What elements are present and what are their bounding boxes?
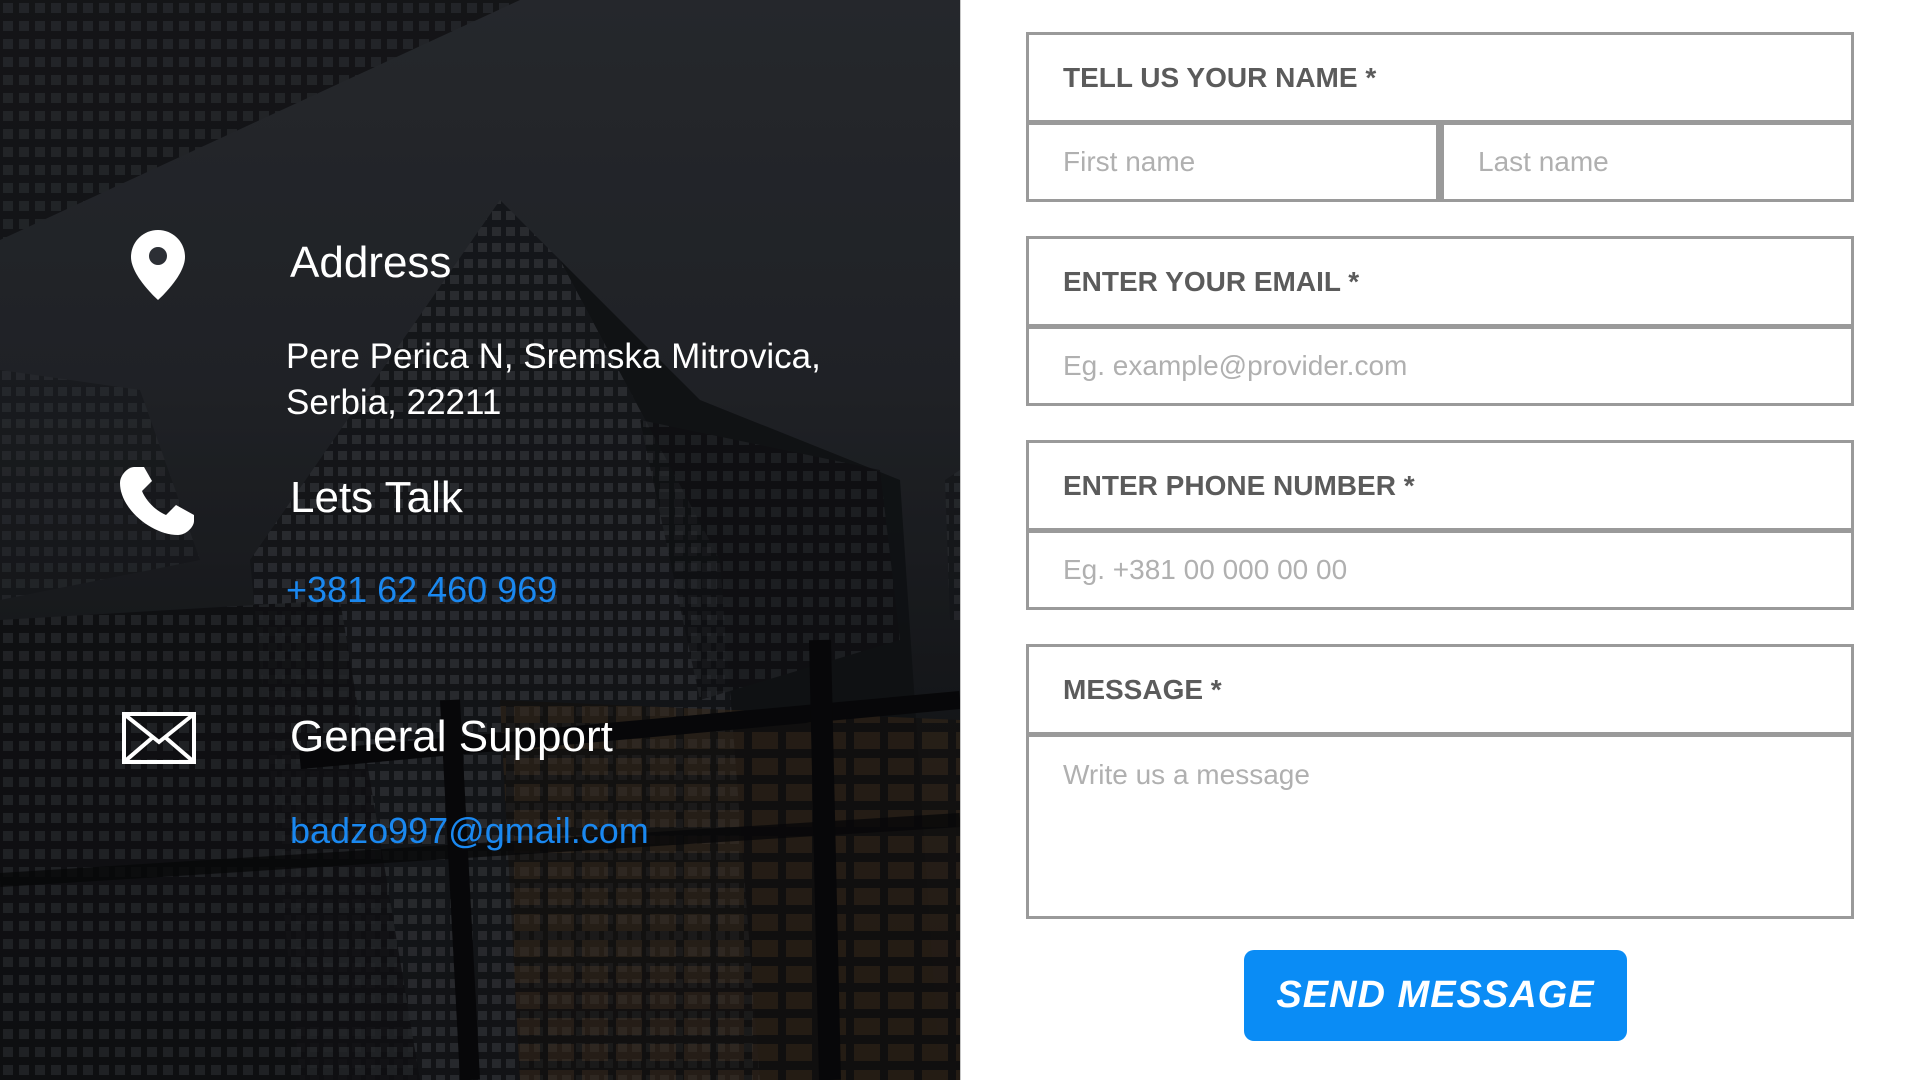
address-line-2: Serbia, 22211 <box>286 383 502 422</box>
address-title: Address <box>290 238 452 287</box>
general-support-title: General Support <box>290 712 613 761</box>
support-email-link[interactable]: badzo997@gmail.com <box>290 810 649 852</box>
location-pin-icon <box>131 230 185 300</box>
send-message-button[interactable]: SEND MESSAGE <box>1244 950 1627 1041</box>
phone-number-link[interactable]: +381 62 460 969 <box>286 569 557 611</box>
lets-talk-title: Lets Talk <box>290 473 463 522</box>
email-input[interactable] <box>1026 326 1854 406</box>
contact-info-panel: Address Pere Perica N, Sremska Mitrovica… <box>0 0 960 1080</box>
first-name-input[interactable] <box>1026 122 1439 202</box>
last-name-input[interactable] <box>1439 122 1854 202</box>
message-textarea[interactable] <box>1026 734 1854 919</box>
phone-icon <box>120 467 194 535</box>
phone-label: ENTER PHONE NUMBER * <box>1026 440 1854 531</box>
envelope-icon <box>122 712 196 764</box>
email-field-group: ENTER YOUR EMAIL * <box>1026 236 1854 406</box>
message-field-group: MESSAGE * <box>1026 644 1854 919</box>
message-label: MESSAGE * <box>1026 644 1854 735</box>
name-label: TELL US YOUR NAME * <box>1026 32 1854 123</box>
skyscraper-background-image <box>0 0 960 1080</box>
address-line-1: Pere Perica N, Sremska Mitrovica, <box>286 337 821 376</box>
name-field-group: TELL US YOUR NAME * <box>1026 32 1854 202</box>
email-label: ENTER YOUR EMAIL * <box>1026 236 1854 327</box>
phone-input[interactable] <box>1026 530 1854 610</box>
phone-field-group: ENTER PHONE NUMBER * <box>1026 440 1854 610</box>
